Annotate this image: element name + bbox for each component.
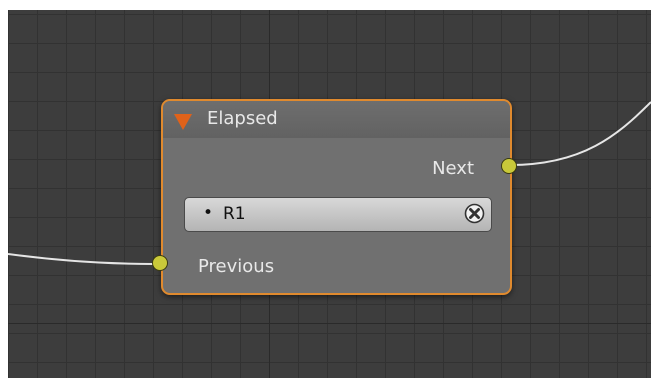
x-circle-icon[interactable]: [464, 203, 485, 224]
node-header[interactable]: Elapsed: [163, 101, 510, 138]
link-outgoing: [509, 101, 651, 166]
elapsed-node[interactable]: Elapsed Next • R1 Previous: [152, 99, 517, 295]
node-title: Elapsed: [207, 108, 278, 129]
input-socket-label: Previous: [198, 256, 275, 277]
node-editor-canvas[interactable]: Elapsed Next • R1 Previous: [8, 10, 651, 378]
triangle-down-icon[interactable]: [174, 114, 192, 130]
output-socket-next[interactable]: [501, 158, 517, 174]
input-socket-previous[interactable]: [152, 255, 168, 271]
link-incoming: [8, 253, 154, 265]
object-field[interactable]: • R1: [184, 197, 492, 232]
field-value: R1: [223, 204, 246, 224]
field-bullet: •: [203, 203, 214, 223]
output-socket-label: Next: [432, 158, 474, 179]
